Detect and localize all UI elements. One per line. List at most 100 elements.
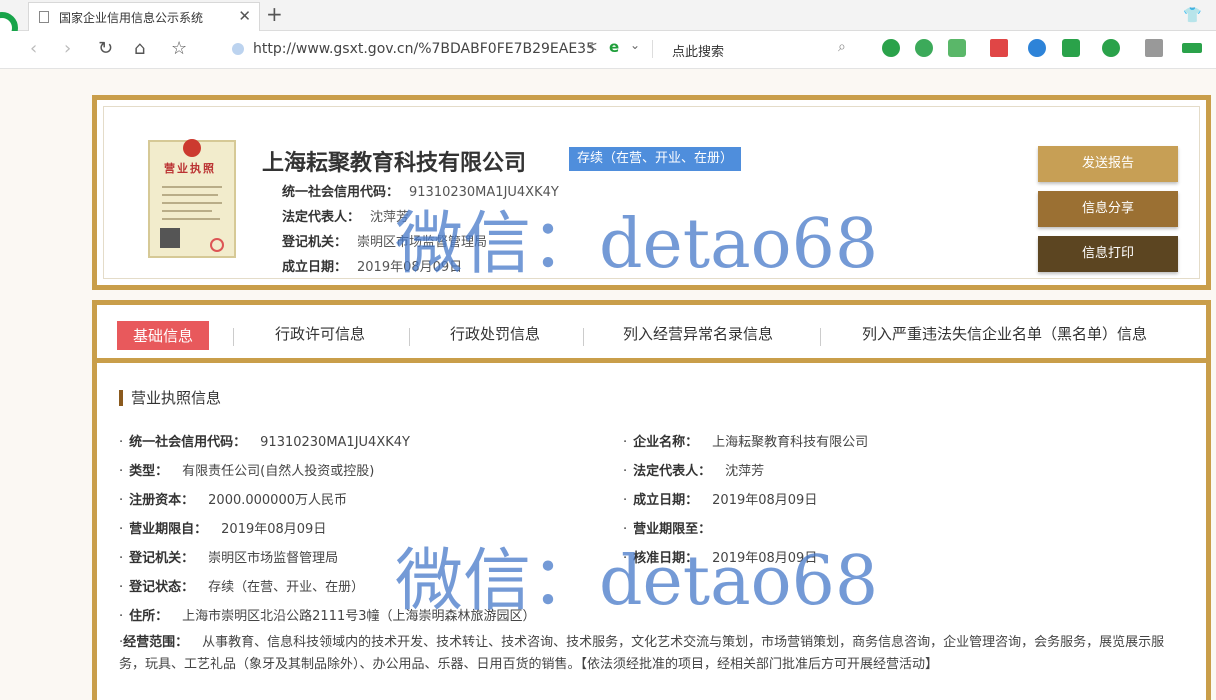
url-text[interactable]: http://www.gsxt.gov.cn/%7BDABF0FE7B29EAE… — [253, 41, 595, 57]
field-address: · 住所： 上海市崇明区北沿公路2111号3幢（上海崇明森林旅游园区） — [119, 605, 536, 624]
shield-icon[interactable] — [1102, 39, 1120, 57]
license-text-line — [162, 218, 220, 220]
license-title: 营业执照 — [164, 162, 216, 175]
company-details-card: 基础信息 行政许可信息 行政处罚信息 列入经营异常名录信息 列入严重违法失信企业… — [92, 300, 1211, 700]
address-bar[interactable]: http://www.gsxt.gov.cn/%7BDABF0FE7B29EAE… — [226, 35, 866, 65]
field-label: 注册资本： — [129, 493, 195, 508]
tab-abnormal-list[interactable]: 列入经营异常名录信息 — [623, 323, 773, 344]
send-report-button[interactable]: 发送报告 — [1038, 146, 1178, 182]
company-header-card: 营业执照 上海耘聚教育科技有限公司 存续（在营、开业、在册） 统一社会信用代码：… — [92, 95, 1211, 290]
print-info-button[interactable]: 信息打印 — [1038, 236, 1178, 272]
tab-divider — [583, 328, 584, 346]
field-term-to: · 营业期限至： — [623, 518, 725, 537]
field-founded: · 成立日期： 2019年08月09日 — [623, 489, 817, 508]
authority-label: 登记机关： — [282, 235, 348, 250]
field-value: 存续（在营、开业、在册） — [208, 580, 365, 595]
field-label: 成立日期： — [633, 493, 699, 508]
field-label: 营业期限自： — [129, 522, 208, 537]
bullet: · — [623, 464, 628, 479]
field-label: 登记状态： — [129, 580, 195, 595]
field-label: 统一社会信用代码： — [129, 435, 247, 450]
document-icon — [39, 11, 49, 23]
field-label: 营业期限至： — [633, 522, 712, 537]
tab-blacklist[interactable]: 列入严重违法失信企业名单（黑名单）信息 — [862, 323, 1147, 344]
divider — [652, 40, 653, 58]
company-header-inner: 营业执照 上海耘聚教育科技有限公司 存续（在营、开业、在册） 统一社会信用代码：… — [103, 106, 1200, 279]
tab-divider — [820, 328, 821, 346]
search-icon[interactable]: ⌕ — [838, 39, 846, 55]
chat-extension-icon[interactable] — [915, 39, 933, 57]
globe-icon — [232, 43, 244, 55]
license-text-line — [162, 210, 212, 212]
company-name: 上海耘聚教育科技有限公司 — [262, 151, 527, 176]
browser-tab[interactable]: 国家企业信用信息公示系统 ✕ — [28, 2, 260, 31]
bullet: · — [119, 580, 124, 595]
star-icon[interactable]: ☆ — [171, 38, 187, 59]
field-term-from: · 营业期限自： 2019年08月09日 — [119, 518, 326, 537]
browser-nav-bar: ‹ › ↻ ⌂ ☆ http://www.gsxt.gov.cn/%7BDABF… — [0, 31, 1216, 69]
bullet: · — [119, 493, 124, 508]
search-input[interactable]: 点此搜索 — [672, 41, 724, 60]
bullet: · — [623, 522, 628, 537]
scissors-icon[interactable] — [990, 39, 1008, 57]
founded-row: 成立日期： 2019年08月09日 — [282, 256, 462, 275]
field-capital: · 注册资本： 2000.000000万人民币 — [119, 489, 347, 508]
field-legal-rep: · 法定代表人： 沈萍芳 — [623, 460, 764, 479]
search-extension-icon[interactable] — [1028, 39, 1046, 57]
field-value: 崇明区市场监督管理局 — [208, 551, 339, 566]
browser-tab-bar: 国家企业信用信息公示系统 ✕ + 👕 — [0, 0, 1216, 44]
authority-value: 崇明区市场监督管理局 — [357, 235, 488, 250]
translate-extension-icon[interactable] — [948, 39, 966, 57]
chevron-down-icon[interactable]: ⌄ — [630, 38, 640, 52]
new-tab-button[interactable]: + — [266, 2, 283, 26]
apps-grid-icon[interactable] — [1145, 39, 1163, 57]
field-label: 住所： — [129, 609, 169, 624]
tab-divider — [409, 328, 410, 346]
legal-rep-row: 法定代表人： 沈萍芳 — [282, 206, 409, 225]
forward-arrow-icon[interactable]: › — [64, 38, 71, 59]
national-emblem-icon — [183, 139, 201, 157]
scope-label: 经营范围： — [123, 635, 189, 650]
field-authority: · 登记机关： 崇明区市场监督管理局 — [119, 547, 338, 566]
business-license-image[interactable]: 营业执照 — [148, 139, 236, 258]
field-value: 上海耘聚教育科技有限公司 — [712, 435, 869, 450]
field-approval-date: · 核准日期： 2019年08月09日 — [623, 547, 817, 566]
refresh-icon[interactable]: ↻ — [98, 38, 113, 59]
field-label: 企业名称： — [633, 435, 699, 450]
bullet: · — [119, 464, 124, 479]
scope-text: 从事教育、信息科技领域内的技术开发、技术转让、技术咨询、技术服务，文化艺术交流与… — [119, 635, 1165, 672]
share-icon[interactable]: < — [586, 39, 598, 55]
bullet: · — [119, 435, 124, 450]
legal-rep-label: 法定代表人： — [282, 210, 361, 225]
skin-icon[interactable]: 👕 — [1183, 6, 1202, 24]
bullet: · — [623, 435, 628, 450]
authority-row: 登记机关： 崇明区市场监督管理局 — [282, 231, 487, 250]
field-value: 2019年08月09日 — [221, 522, 327, 537]
home-icon[interactable]: ⌂ — [134, 38, 145, 59]
ie-mode-icon[interactable]: e — [609, 38, 619, 56]
field-value: 2019年08月09日 — [712, 493, 818, 508]
tab-admin-penalty[interactable]: 行政处罚信息 — [450, 323, 540, 344]
back-arrow-icon[interactable]: ‹ — [30, 38, 37, 59]
seal-icon — [210, 238, 224, 252]
credit-code-value: 91310230MA1JU4XK4Y — [409, 185, 559, 200]
field-value: 上海市崇明区北沿公路2111号3幢（上海崇明森林旅游园区） — [182, 609, 536, 624]
bullet: · — [119, 609, 124, 624]
section-title: 营业执照信息 — [119, 390, 221, 406]
field-value: 沈萍芳 — [725, 464, 765, 479]
field-credit-code: · 统一社会信用代码： 91310230MA1JU4XK4Y — [119, 431, 410, 450]
bullet: · — [623, 493, 628, 508]
license-text-line — [162, 202, 222, 204]
tab-basic-info[interactable]: 基础信息 — [117, 321, 210, 350]
wechat-extension-icon[interactable] — [882, 39, 900, 57]
tab-admin-license[interactable]: 行政许可信息 — [275, 323, 365, 344]
share-info-button[interactable]: 信息分享 — [1038, 191, 1178, 227]
field-label: 类型： — [129, 464, 169, 479]
qr-code-icon — [160, 228, 180, 248]
license-text-line — [162, 194, 218, 196]
close-tab-icon[interactable]: ✕ — [238, 7, 251, 25]
field-value: 2000.000000万人民币 — [208, 493, 347, 508]
gamepad-icon[interactable] — [1062, 39, 1080, 57]
field-value: 有限责任公司(自然人投资或控股) — [182, 464, 375, 479]
field-label: 登记机关： — [129, 551, 195, 566]
